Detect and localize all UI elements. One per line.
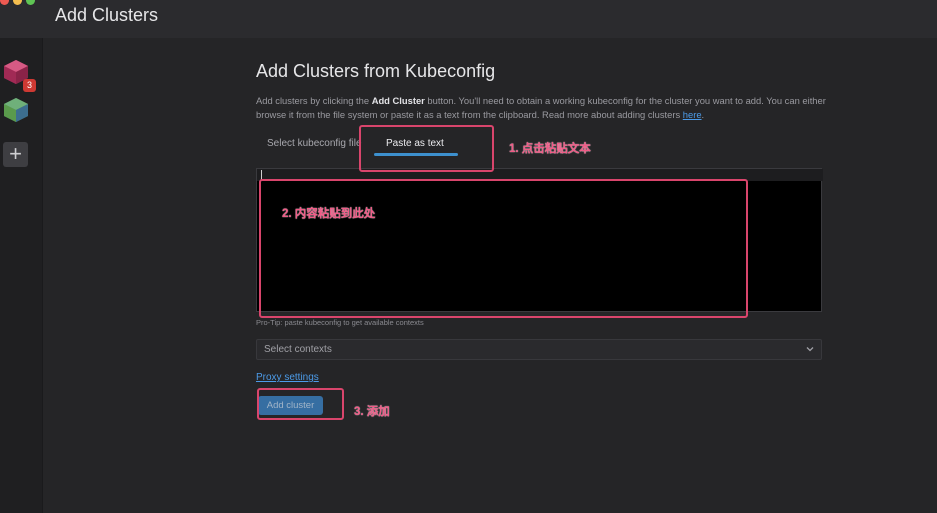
description-bold: Add Cluster	[371, 95, 425, 106]
contexts-select[interactable]: Select contexts	[256, 339, 822, 360]
description-text: Add clusters by clicking the	[256, 95, 372, 106]
close-window-button[interactable]	[0, 0, 9, 5]
hotbar: 3 +	[0, 38, 43, 513]
title-bar: Add Clusters	[0, 0, 937, 38]
minimize-window-button[interactable]	[13, 0, 22, 5]
contexts-placeholder: Select contexts	[264, 344, 332, 355]
docs-link[interactable]: here	[683, 109, 702, 120]
cluster-icon[interactable]	[2, 96, 30, 124]
annotation-label-2: 2. 内容粘贴到此处	[282, 208, 376, 220]
window-title: Add Clusters	[55, 5, 159, 25]
pro-tip-text: Pro-Tip: paste kubeconfig to get availab…	[256, 318, 424, 327]
proxy-settings-link[interactable]: Proxy settings	[256, 372, 319, 383]
tab-select-kubeconfig-file[interactable]: Select kubeconfig file	[267, 138, 362, 149]
annotation-box-1	[359, 125, 494, 172]
annotation-label-1: 1. 点击粘贴文本	[509, 143, 591, 155]
annotation-label-3: 3. 添加	[354, 406, 390, 418]
annotation-box-2	[259, 179, 748, 318]
notification-badge: 3	[23, 79, 36, 92]
description: Add clusters by clicking the Add Cluster…	[256, 94, 826, 122]
annotation-box-3	[257, 388, 344, 420]
page-title: Add Clusters from Kubeconfig	[256, 61, 496, 81]
plus-icon: +	[9, 141, 22, 166]
maximize-window-button[interactable]	[26, 0, 35, 5]
chevron-down-icon	[806, 347, 814, 352]
add-cluster-hotbar-button[interactable]: +	[3, 142, 28, 167]
description-end: .	[701, 109, 705, 120]
